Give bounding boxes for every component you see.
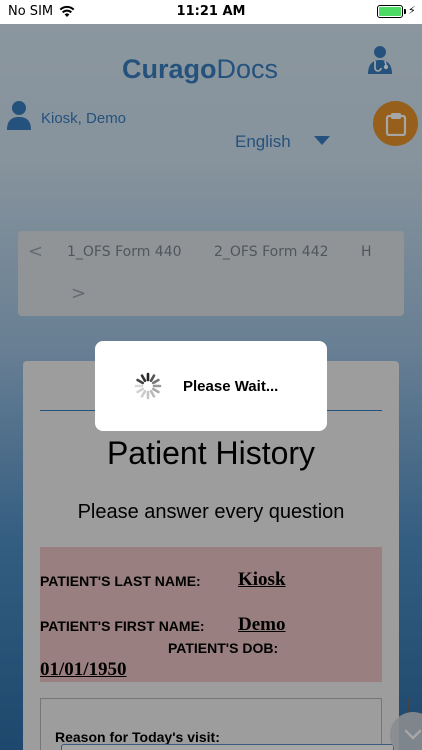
spinner-icon <box>134 372 162 400</box>
loading-dialog: Please Wait... <box>95 341 327 431</box>
loading-message: Please Wait... <box>183 378 279 395</box>
clock: 11:21 AM <box>176 4 246 19</box>
battery-icon <box>377 5 406 18</box>
status-bar: No SIM 11:21 AM ⚡ <box>0 0 422 24</box>
charging-icon: ⚡ <box>408 4 416 17</box>
